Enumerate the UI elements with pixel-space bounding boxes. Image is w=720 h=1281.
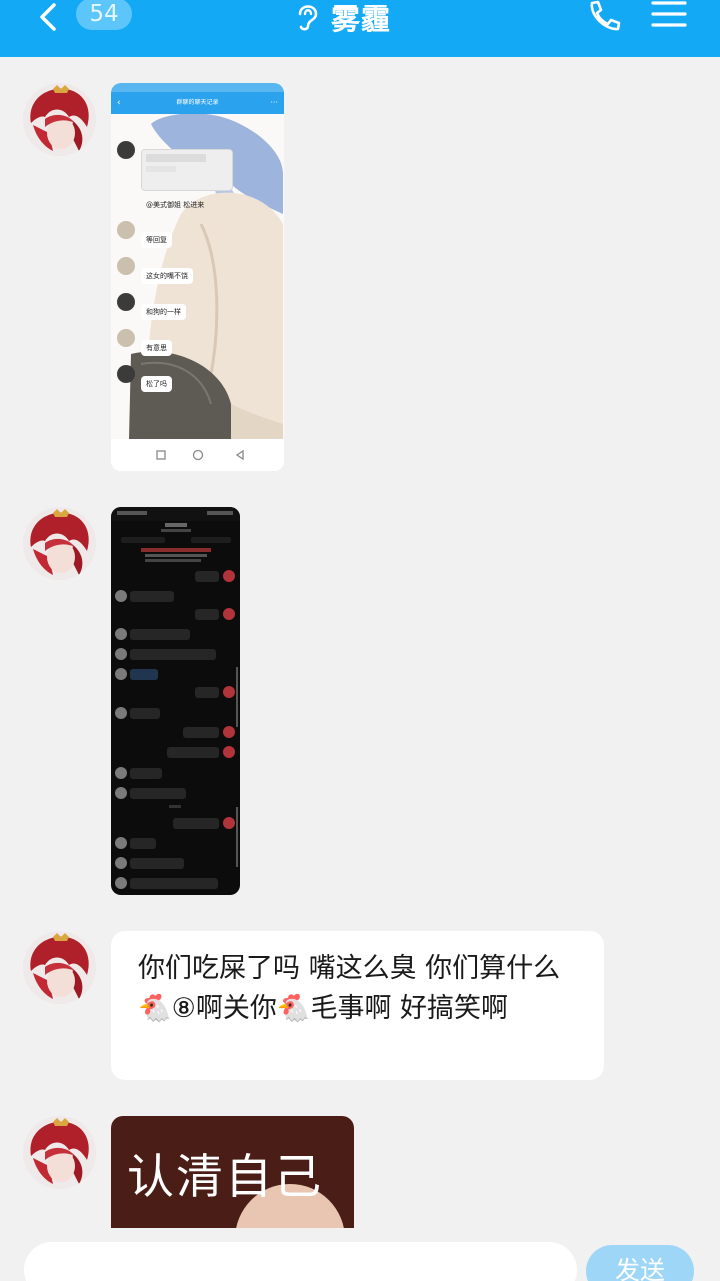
send-button[interactable]: 发送 [586, 1245, 694, 1281]
unread-count-badge[interactable]: 54 [76, 0, 132, 30]
sender-avatar[interactable] [23, 507, 96, 580]
sender-avatar[interactable] [23, 83, 96, 156]
sender-avatar[interactable] [23, 931, 96, 1004]
inner-chat-title-bar: ‹ 群聊的聊天记录 ··· [111, 92, 284, 114]
chat-screenshot-image[interactable]: ‹ 群聊的聊天记录 ··· @美式御姐 松进来 等回复 这女的嘴不饶 和狗的一样… [111, 83, 284, 471]
android-nav-bar [111, 439, 284, 471]
message-text: 你们吃屎了吗 嘴这么臭 你们算什么🐔⑧啊关你🐔毛事啊 好搞笑啊 [138, 953, 561, 1024]
text-message-bubble[interactable]: 你们吃屎了吗 嘴这么臭 你们算什么🐔⑧啊关你🐔毛事啊 好搞笑啊 [111, 931, 604, 1080]
dark-chat-content [111, 507, 240, 889]
ear-icon[interactable] [294, 0, 320, 32]
sticker-image[interactable]: 认清自己 [111, 1116, 354, 1228]
status-bar [111, 83, 284, 92]
menu-icon[interactable] [650, 0, 688, 30]
inner-card [141, 149, 233, 191]
dark-chat-screenshot-image[interactable] [111, 507, 240, 895]
phone-icon[interactable] [586, 0, 624, 32]
sender-avatar[interactable] [23, 1116, 96, 1189]
chevron-left-icon[interactable] [34, 2, 64, 32]
chat-title: 雾霾 [331, 2, 392, 36]
chat-header: 54 雾霾 [0, 0, 720, 57]
sticker-text: 认清自己 [127, 1150, 323, 1205]
message-input[interactable] [24, 1242, 577, 1281]
input-bar: 发送 [0, 1228, 720, 1281]
